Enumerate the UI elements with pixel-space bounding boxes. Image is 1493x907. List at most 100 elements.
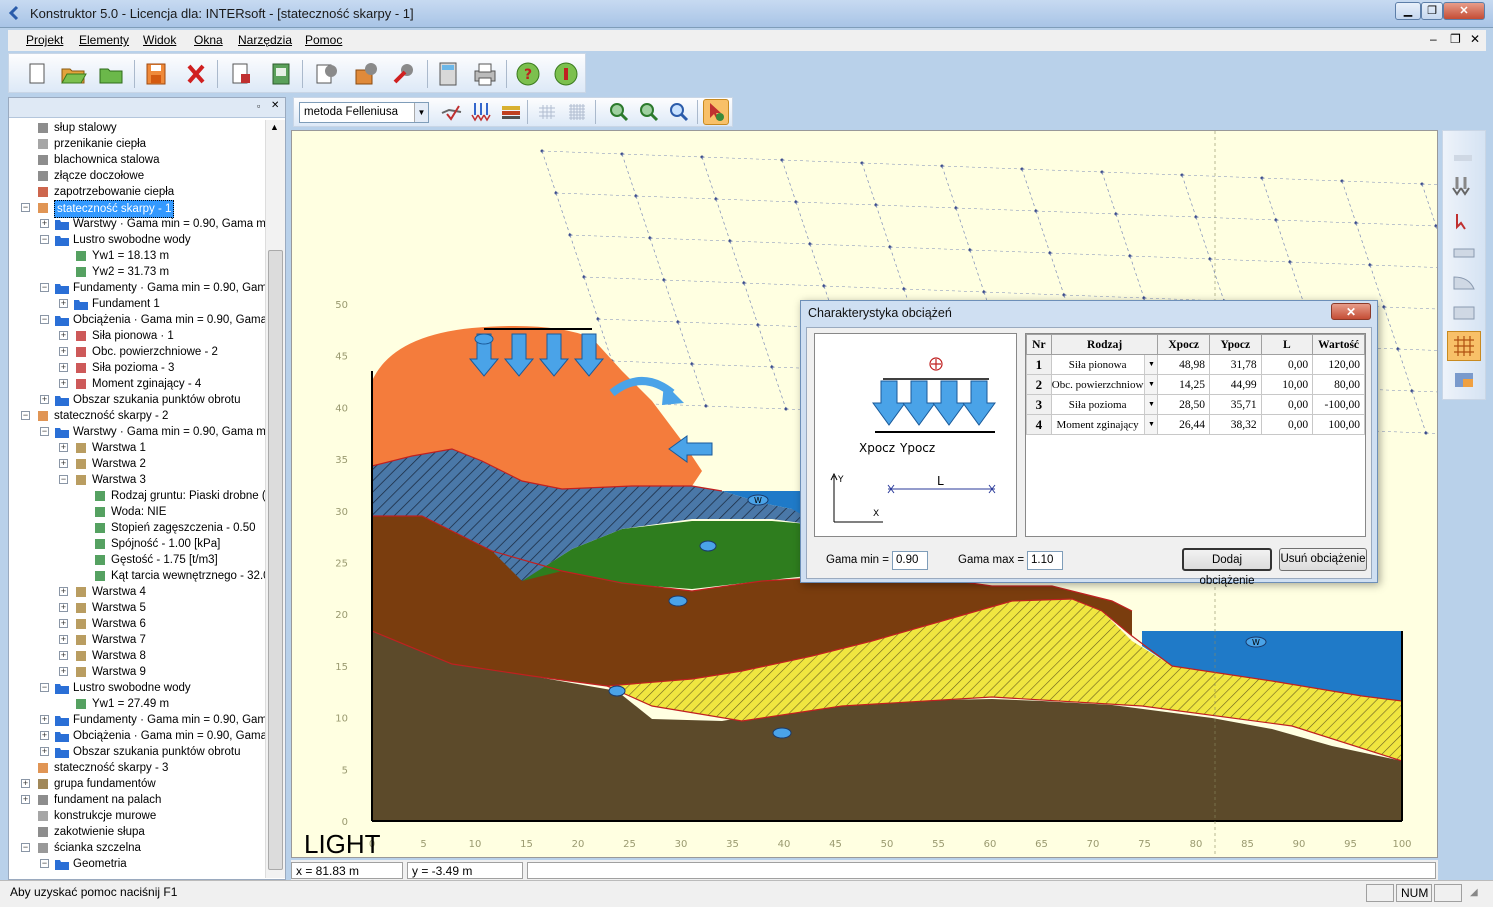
wizard-icon[interactable] xyxy=(352,60,380,88)
move-icon[interactable] xyxy=(1451,149,1477,167)
row-ypocz[interactable]: 35,71 xyxy=(1209,394,1262,415)
expand-icon[interactable]: + xyxy=(59,459,68,468)
tree-item[interactable]: + Warstwa 1 xyxy=(9,440,265,456)
zoom-in-icon[interactable] xyxy=(607,100,631,124)
expand-icon[interactable]: + xyxy=(40,395,49,404)
tree-item[interactable]: + Siła pozioma - 3 xyxy=(9,360,265,376)
grid-dense-icon[interactable] xyxy=(565,100,589,124)
import-icon[interactable] xyxy=(267,60,295,88)
method-select[interactable]: metoda Felleniusa ▼ xyxy=(299,102,429,123)
remove-load-button[interactable]: Usuń obciążenie xyxy=(1279,548,1367,571)
tree-item[interactable]: + Warstwa 7 xyxy=(9,632,265,648)
collapse-icon[interactable]: − xyxy=(40,315,49,324)
tree-item[interactable]: + Obciążenia · Gama min = 0.90, Gama r xyxy=(9,728,265,744)
row-ypocz[interactable]: 31,78 xyxy=(1209,354,1262,375)
help-icon[interactable]: ? xyxy=(514,60,542,88)
expand-icon[interactable]: + xyxy=(40,747,49,756)
row-xpocz[interactable]: 26,44 xyxy=(1157,414,1211,435)
row-l[interactable]: 0,00 xyxy=(1260,414,1314,435)
expand-icon[interactable]: + xyxy=(59,635,68,644)
scroll-up-icon[interactable]: ▲ xyxy=(270,122,279,132)
tree-item[interactable]: − Geometria xyxy=(9,856,265,872)
loads-icon[interactable] xyxy=(469,100,493,124)
add-load-button[interactable]: Dodaj obciążenie xyxy=(1182,548,1272,587)
tree-item[interactable]: konstrukcje murowe xyxy=(9,808,265,824)
menu-pomoc[interactable]: Pomoc xyxy=(305,33,342,47)
minimize-button[interactable]: ▁ xyxy=(1395,2,1421,20)
zoom-out-icon[interactable] xyxy=(637,100,661,124)
expand-icon[interactable]: + xyxy=(40,219,49,228)
tree-item[interactable]: − Obciążenia · Gama min = 0.90, Gama m xyxy=(9,312,265,328)
expand-icon[interactable]: + xyxy=(40,731,49,740)
gama-max-input[interactable]: 1.10 xyxy=(1027,551,1063,570)
tree-item[interactable]: Gęstość - 1.75 [t/m3] xyxy=(9,552,265,568)
menu-okna[interactable]: Okna xyxy=(194,33,223,47)
delete-icon[interactable] xyxy=(182,60,210,88)
tree-item[interactable]: blachownica stalowa xyxy=(9,152,265,168)
tree-item[interactable]: − stateczność skarpy - 1 xyxy=(9,200,265,218)
new-icon[interactable] xyxy=(23,60,51,88)
collapse-icon[interactable]: − xyxy=(40,859,49,868)
tools-icon[interactable] xyxy=(390,60,418,88)
scroll-thumb[interactable] xyxy=(268,250,283,870)
tree-item[interactable]: + Fundamenty · Gama min = 0.90, Gama xyxy=(9,712,265,728)
tree-item[interactable]: + Fundament 1 xyxy=(9,296,265,312)
expand-icon[interactable]: + xyxy=(59,331,68,340)
tree-item[interactable]: + Warstwa 6 xyxy=(9,616,265,632)
collapse-icon[interactable]: − xyxy=(59,475,68,484)
tree-item[interactable]: Yw1 = 18.13 m xyxy=(9,248,265,264)
tree-item[interactable]: − Warstwy · Gama min = 0.90, Gama ma xyxy=(9,424,265,440)
collapse-icon[interactable]: − xyxy=(21,203,30,212)
row-value[interactable]: 100,00 xyxy=(1312,414,1365,435)
tree-item[interactable]: − ścianka szczelna xyxy=(9,840,265,856)
dialog-close-button[interactable]: ✕ xyxy=(1331,303,1371,320)
menu-widok[interactable]: Widok xyxy=(143,33,176,47)
mdi-restore-button[interactable]: ❐ xyxy=(1450,32,1461,46)
tree-item[interactable]: + Warstwy · Gama min = 0.90, Gama ma xyxy=(9,216,265,232)
expand-icon[interactable]: + xyxy=(59,651,68,660)
load-row[interactable]: 1 Siła pionowa ▼ 48,98 31,78 0,00 120,00 xyxy=(1026,354,1365,375)
collapse-icon[interactable]: − xyxy=(40,283,49,292)
expand-icon[interactable]: + xyxy=(59,299,68,308)
maximize-button[interactable]: ❐ xyxy=(1421,2,1443,20)
mdi-close-button[interactable]: ✕ xyxy=(1470,32,1480,46)
open-icon[interactable] xyxy=(59,60,87,88)
tree-item[interactable]: + Warstwa 2 xyxy=(9,456,265,472)
row-kind-select[interactable]: Moment zginający ▼ xyxy=(1050,414,1159,435)
open-folder-icon[interactable] xyxy=(97,60,125,88)
select-pointer-icon[interactable] xyxy=(703,99,729,125)
menu-narzedzia[interactable]: Narzędzia xyxy=(238,33,292,47)
tree-item[interactable]: Rodzaj gruntu: Piaski drobne (P xyxy=(9,488,265,504)
expand-icon[interactable]: + xyxy=(59,347,68,356)
tree-item[interactable]: − Lustro swobodne wody xyxy=(9,680,265,696)
print-icon[interactable] xyxy=(471,60,499,88)
check-icon[interactable] xyxy=(439,100,463,124)
tree-item[interactable]: złącze doczołowe xyxy=(9,168,265,184)
calculator-icon[interactable] xyxy=(434,60,462,88)
tree-item[interactable]: Kąt tarcia wewnętrznego - 32.0( xyxy=(9,568,265,584)
row-kind-select[interactable]: Siła pionowa ▼ xyxy=(1050,354,1159,375)
edit-point-icon[interactable] xyxy=(1451,211,1477,231)
tree-item[interactable]: − Warstwa 3 xyxy=(9,472,265,488)
expand-icon[interactable]: + xyxy=(40,715,49,724)
slope-tool-icon[interactable] xyxy=(1451,271,1477,291)
collapse-icon[interactable]: − xyxy=(21,843,30,852)
row-ypocz[interactable]: 38,32 xyxy=(1209,414,1262,435)
tree-item[interactable]: zakotwienie słupa xyxy=(9,824,265,840)
tree-item[interactable]: − stateczność skarpy - 2 xyxy=(9,408,265,424)
tree-item[interactable]: Yw2 = 31.73 m xyxy=(9,264,265,280)
row-xpocz[interactable]: 14,25 xyxy=(1157,374,1211,395)
tree-item[interactable]: + Obszar szukania punktów obrotu xyxy=(9,744,265,760)
grid-tool-icon[interactable] xyxy=(1447,331,1481,361)
mdi-minimize-button[interactable]: ‒ xyxy=(1430,32,1437,46)
save-icon[interactable] xyxy=(142,60,170,88)
row-kind-select[interactable]: Siła pozioma ▼ xyxy=(1050,394,1159,415)
resize-grip-icon[interactable]: ◢ xyxy=(1470,887,1478,898)
tree-item[interactable]: Spójność - 1.00 [kPa] xyxy=(9,536,265,552)
tree-item[interactable]: Stopień zagęszczenia - 0.50 xyxy=(9,520,265,536)
tree-item[interactable]: Yw1 = 27.49 m xyxy=(9,696,265,712)
tree-item[interactable]: + Siła pionowa · 1 xyxy=(9,328,265,344)
tree-item[interactable]: + Warstwa 4 xyxy=(9,584,265,600)
info-icon[interactable] xyxy=(552,60,580,88)
expand-icon[interactable]: + xyxy=(21,779,30,788)
